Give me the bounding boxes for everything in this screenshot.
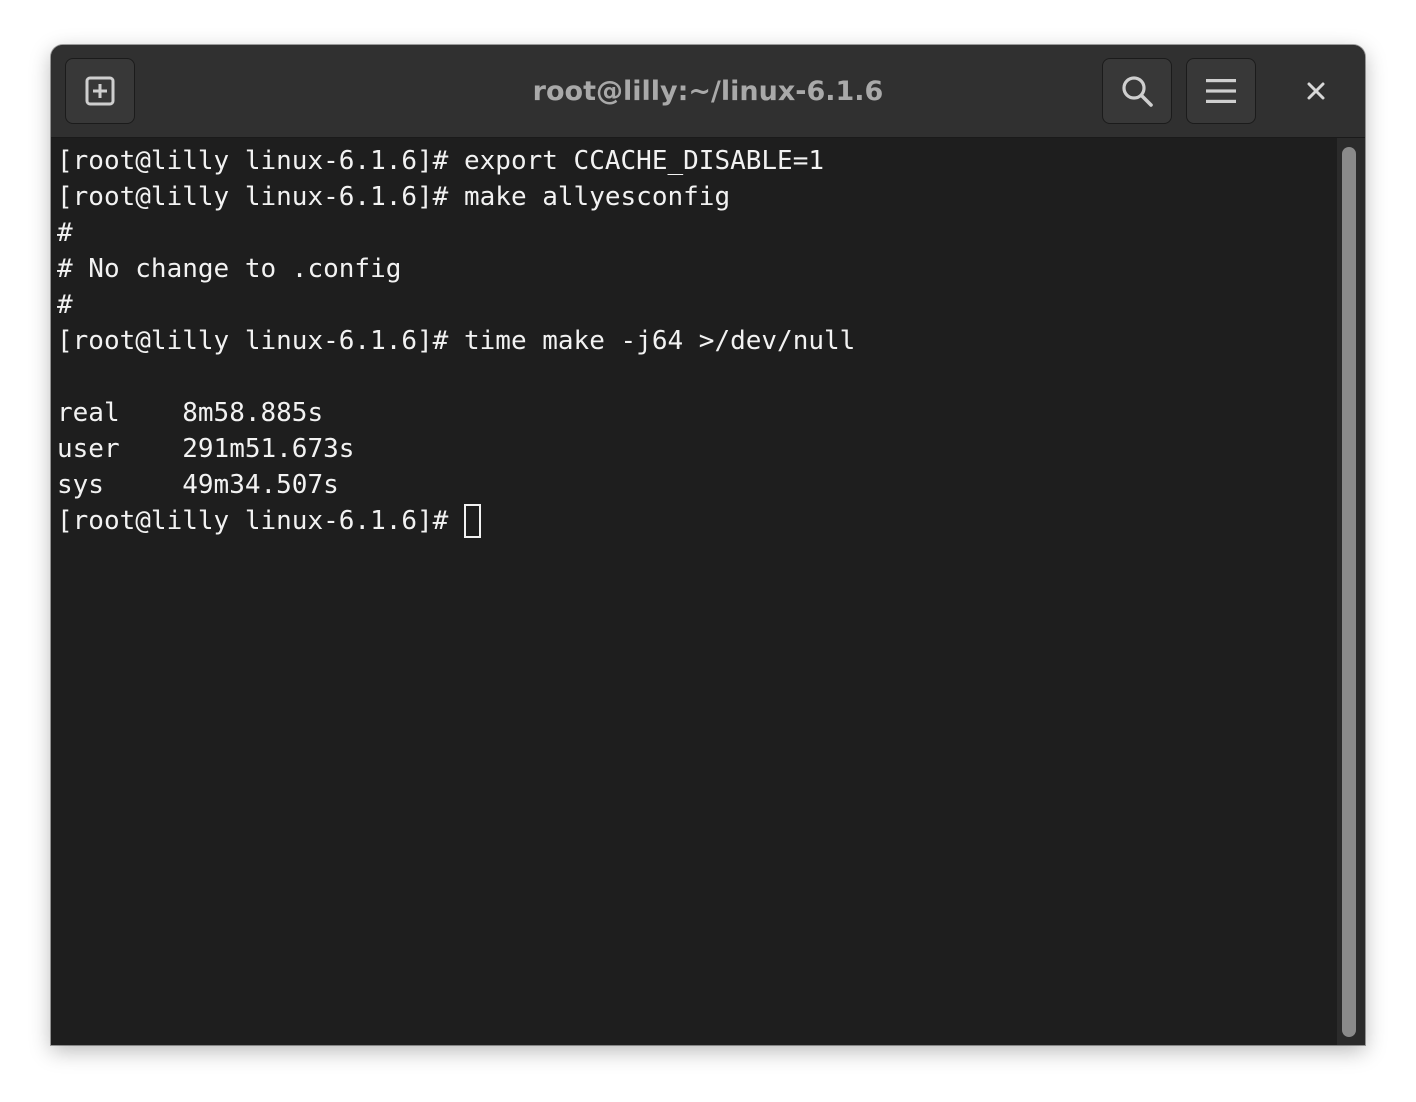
close-icon	[1307, 82, 1325, 100]
terminal-line: [root@lilly linux-6.1.6]# make allyescon…	[57, 182, 731, 212]
terminal-line: sys 49m34.507s	[57, 470, 339, 500]
terminal-line: real 8m58.885s	[57, 398, 324, 428]
terminal-line: user 291m51.673s	[57, 434, 355, 464]
window-title: root@lilly:~/linux-6.1.6	[532, 76, 884, 107]
new-tab-button[interactable]	[65, 58, 135, 124]
terminal-output[interactable]: [root@lilly linux-6.1.6]# export CCACHE_…	[51, 138, 1337, 1045]
hamburger-menu-icon	[1206, 79, 1236, 103]
terminal-window: root@lilly:~/linux-6.1.6 [root@lilly lin…	[51, 45, 1365, 1045]
terminal-line: #	[57, 290, 73, 320]
terminal-line: [root@lilly linux-6.1.6]# time make -j64…	[57, 326, 856, 356]
terminal-line: #	[57, 218, 73, 248]
tab-new-icon	[85, 76, 115, 106]
terminal-text: [root@lilly linux-6.1.6]# export CCACHE_…	[57, 143, 855, 539]
search-button[interactable]	[1102, 58, 1172, 124]
text-cursor	[464, 504, 481, 538]
shell-prompt: [root@lilly linux-6.1.6]#	[57, 506, 464, 536]
headerbar: root@lilly:~/linux-6.1.6	[51, 45, 1365, 138]
search-icon	[1122, 76, 1153, 107]
main-menu-button[interactable]	[1186, 58, 1256, 124]
terminal-prompt-line: [root@lilly linux-6.1.6]#	[57, 503, 855, 539]
terminal-line: [root@lilly linux-6.1.6]# export CCACHE_…	[57, 146, 825, 176]
terminal-line: # No change to .config	[57, 254, 402, 284]
scrollbar-thumb[interactable]	[1342, 147, 1356, 1037]
close-button[interactable]	[1296, 71, 1336, 111]
